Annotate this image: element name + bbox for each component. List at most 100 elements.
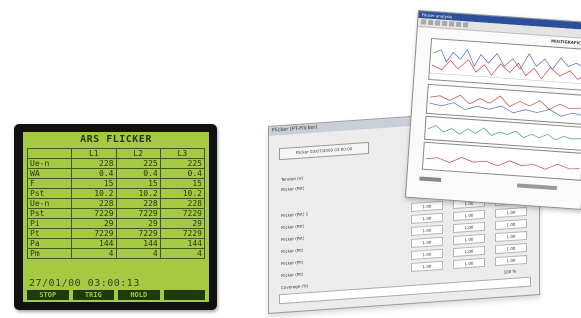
lcd-cell: 144 bbox=[71, 238, 117, 249]
table-cell: 1.00 bbox=[495, 230, 527, 243]
row-label: Flicker (Pst) bbox=[281, 185, 305, 193]
footer-value: 100 % bbox=[503, 268, 517, 275]
lcd-cell: 228 bbox=[71, 198, 117, 209]
table-cell: 1.00 bbox=[411, 200, 443, 213]
lcd-cell: 7229 bbox=[115, 208, 161, 219]
table-cell: 1.00 bbox=[411, 260, 443, 273]
table-cell: 1.00 bbox=[453, 257, 485, 270]
lcd-row: Pst 7229 7229 7229 bbox=[26, 208, 206, 219]
lcd-datetime: 27/01/00 03:00:13 bbox=[29, 278, 140, 289]
graph-plot-1 bbox=[429, 48, 581, 85]
lcd-cell: 7229 bbox=[159, 208, 206, 219]
lcd-cell: 0.4 bbox=[71, 168, 117, 179]
save-icon[interactable] bbox=[427, 19, 434, 26]
lcd-cell: 0.4 bbox=[115, 168, 161, 179]
lcd-header-row: L1 L2 L3 bbox=[26, 148, 206, 159]
lcd-cell: 29 bbox=[71, 218, 117, 229]
lcd-row: Pst 10.2 10.2 10.2 bbox=[26, 188, 206, 199]
table-cell: 1.00 bbox=[411, 212, 443, 225]
flicker-graph-window: Flicker analysis MULTIGRAFICA bbox=[404, 10, 581, 210]
table-cell: 1.00 bbox=[411, 236, 443, 249]
footer-label: Coverage (%) bbox=[281, 283, 309, 291]
open-icon[interactable] bbox=[421, 19, 427, 25]
lcd-cell: 7229 bbox=[71, 228, 117, 239]
settings-icon[interactable] bbox=[462, 22, 469, 28]
zoom-out-icon[interactable] bbox=[448, 21, 455, 27]
lcd-cell: 10.2 bbox=[71, 188, 117, 199]
row-label: Tension (V) bbox=[281, 175, 304, 183]
lcd-cell: 225 bbox=[159, 158, 206, 169]
lcd-cell: 29 bbox=[115, 218, 161, 229]
zoom-in-icon[interactable] bbox=[441, 20, 448, 27]
cursor-icon[interactable] bbox=[455, 21, 462, 28]
lcd-row: Pt 7229 7229 7229 bbox=[26, 228, 206, 239]
lcd-row-label: WA bbox=[26, 168, 73, 179]
lcd-row: Pm 4 4 4 bbox=[26, 248, 206, 259]
lcd-cell: 4 bbox=[115, 248, 161, 259]
brand-icon bbox=[516, 183, 558, 191]
lcd-header-empty bbox=[26, 148, 73, 159]
lcd-screen: ARS FLICKER L1 L2 L3 Ue-n 228 225 225 WA… bbox=[23, 132, 209, 302]
flicker-meter: ARS FLICKER L1 L2 L3 Ue-n 228 225 225 WA… bbox=[14, 124, 217, 310]
table-cell: 1.00 bbox=[453, 221, 485, 234]
lcd-row-label: Pa bbox=[26, 238, 73, 249]
lcd-cell: 10.2 bbox=[115, 188, 161, 199]
table-cell: 1.00 bbox=[495, 242, 527, 255]
table-cell: 1.00 bbox=[453, 233, 485, 246]
lcd-row: F 15 15 15 bbox=[26, 178, 206, 189]
lcd-cell: 29 bbox=[159, 218, 206, 229]
lcd-row-label: F bbox=[26, 178, 73, 189]
lcd-column-header: L1 bbox=[71, 148, 117, 159]
lcd-row-label: Pt bbox=[26, 228, 73, 239]
print-icon[interactable] bbox=[434, 20, 441, 26]
softkey-trig[interactable]: TRIG bbox=[72, 290, 114, 300]
softkey-stop[interactable]: STOP bbox=[27, 290, 69, 300]
record-panel: Flicker 03/07/2000 03:00:00 bbox=[279, 141, 369, 161]
lcd-row-label: Pm bbox=[26, 248, 73, 259]
lcd-row-label: Pst bbox=[26, 208, 73, 219]
row-label: Flicker (Pst) bbox=[281, 235, 305, 243]
lcd-row-label: Pi bbox=[26, 218, 73, 229]
lcd-cell: 10.2 bbox=[159, 188, 206, 199]
row-label: Flicker (Plt) bbox=[281, 247, 304, 255]
lcd-cell: 144 bbox=[115, 238, 161, 249]
softkey-hold[interactable]: HOLD bbox=[118, 290, 160, 300]
row-label: Flicker (Pst) 1 bbox=[281, 211, 309, 219]
graph-footer-logo bbox=[419, 176, 442, 185]
lcd-row: WA 0.4 0.4 0.4 bbox=[26, 168, 206, 179]
table-cell: 1.00 bbox=[411, 224, 443, 237]
lcd-cell: 228 bbox=[71, 158, 117, 169]
lcd-row-label: Ue-n bbox=[26, 158, 73, 169]
lcd-cell: 15 bbox=[115, 178, 161, 189]
lcd-cell: 225 bbox=[115, 158, 161, 169]
table-cell: 1.00 bbox=[411, 248, 443, 261]
lcd-cell: 228 bbox=[159, 198, 206, 209]
lcd-cell: 7229 bbox=[159, 228, 206, 239]
lcd-cell: 7229 bbox=[71, 208, 117, 219]
lcd-row: Pi 29 29 29 bbox=[26, 218, 206, 229]
lcd-cell: 4 bbox=[71, 248, 117, 259]
table-cell: 1.00 bbox=[453, 245, 485, 258]
lcd-column-header: L2 bbox=[115, 148, 161, 159]
table-cell: 1.00 bbox=[453, 209, 485, 222]
table-cell: 1.00 bbox=[495, 218, 527, 231]
lcd-cell: 144 bbox=[159, 238, 206, 249]
lcd-cell: 228 bbox=[115, 198, 161, 209]
lcd-measurements-table: L1 L2 L3 Ue-n 228 225 225 WA 0.4 0.4 0.4… bbox=[26, 148, 206, 259]
table-cell: 1.00 bbox=[495, 206, 527, 219]
lcd-row: Ue-n 228 228 228 bbox=[26, 198, 206, 209]
row-label: Flicker (Plt) bbox=[281, 259, 304, 267]
lcd-row-label: Pst bbox=[26, 188, 73, 199]
lcd-cell: 15 bbox=[71, 178, 117, 189]
lcd-cell: 0.4 bbox=[159, 168, 206, 179]
graph-footer-brand bbox=[516, 182, 558, 192]
lcd-cell: 7229 bbox=[115, 228, 161, 239]
lcd-row: Ue-n 228 225 225 bbox=[26, 158, 206, 169]
table-cell: 1.00 bbox=[495, 254, 527, 267]
logo-icon bbox=[419, 176, 442, 183]
lcd-cell: 15 bbox=[159, 178, 206, 189]
lcd-title: ARS FLICKER bbox=[80, 134, 152, 145]
lcd-softkey-bar: STOP TRIG HOLD bbox=[27, 290, 205, 300]
softkey-more[interactable] bbox=[163, 290, 205, 300]
row-label: Flicker (Pst) bbox=[281, 223, 305, 231]
